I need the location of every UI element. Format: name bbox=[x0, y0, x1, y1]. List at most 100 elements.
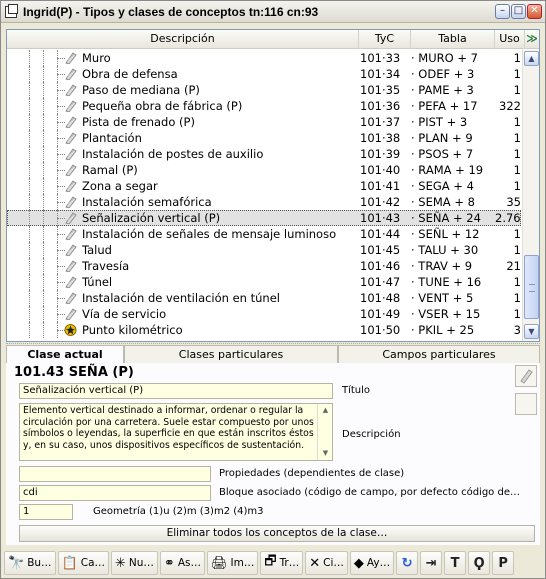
close-view-button[interactable]: ✕ Ci… bbox=[305, 551, 348, 575]
row-label: Zona a segar bbox=[82, 179, 158, 193]
tree-icon: 🗗 bbox=[264, 554, 277, 569]
toolbar-label: Ay… bbox=[366, 557, 391, 569]
delete-all-concepts-button[interactable]: Eliminar todos los conceptos de la clase… bbox=[19, 525, 535, 542]
scroll-thumb[interactable] bbox=[524, 255, 539, 319]
row-tabla: · SEÑA + 24 bbox=[411, 211, 481, 225]
row-uso: 1 bbox=[513, 179, 521, 193]
refresh-icon[interactable]: ↻ bbox=[396, 551, 419, 575]
row-label: Travesía bbox=[82, 259, 130, 273]
row-uso: 1 bbox=[513, 275, 521, 289]
toolbar-label: Ci… bbox=[323, 557, 344, 569]
concept-class-icon bbox=[64, 212, 77, 225]
column-chooser-icon[interactable]: ≫ bbox=[525, 30, 539, 49]
table-row[interactable]: Paso de mediana (P) 101·35 · PAME + 3 1 bbox=[7, 82, 521, 98]
scroll-up-icon[interactable]: ▲ bbox=[524, 51, 539, 66]
catalog-button[interactable]: 📋 Ca… bbox=[57, 551, 110, 575]
title-bar[interactable]: Ingrid(P) - Tipos y clases de conceptos … bbox=[1, 1, 545, 23]
side-action-button[interactable] bbox=[515, 393, 537, 415]
concept-class-icon bbox=[64, 228, 77, 241]
desc-scroll-down-icon[interactable]: ▼ bbox=[320, 448, 331, 459]
associate-button[interactable]: ⚭ As… bbox=[159, 551, 205, 575]
table-row[interactable]: Pequeña obra de fábrica (P) 101·36 · PEFA … bbox=[7, 98, 521, 114]
search-button[interactable]: 🔭 Bu… bbox=[4, 551, 56, 575]
table-row[interactable]: Muro 101·33 · MURO + 7 1 bbox=[7, 50, 521, 66]
row-tabla: · SEGA + 4 bbox=[411, 179, 474, 193]
toolbar-label: As… bbox=[177, 557, 201, 569]
row-tyc: 101·41 bbox=[360, 179, 401, 193]
row-tyc: 101·36 bbox=[360, 99, 401, 113]
table-row[interactable]: Travesía 101·46 · TRAV + 9 21 bbox=[7, 258, 521, 274]
row-tyc: 101·39 bbox=[360, 147, 401, 161]
properties-field[interactable] bbox=[19, 466, 211, 482]
row-tyc: 101·45 bbox=[360, 243, 401, 257]
bottom-toolbar: 🔭 Bu… 📋 Ca… ✳ Nu… ⚭ As… 🖨 Im… 🗗 Tr… ✕ Ci… ◆ Ay… ↻ ⇥ T Ϙ P bbox=[1, 548, 545, 578]
table-row[interactable]: Obra de defensa 101·34 · ODEF + 3 1 bbox=[7, 66, 521, 82]
close-button[interactable]: ✕ bbox=[527, 4, 542, 19]
row-tabla: · ODEF + 3 bbox=[411, 67, 475, 81]
scroll-down-icon[interactable]: ▼ bbox=[524, 324, 539, 339]
help-button[interactable]: ◆ Ay… bbox=[349, 551, 395, 575]
table-row[interactable]: Talud 101·45 · TALU + 30 1 bbox=[7, 242, 521, 258]
column-header-tabla[interactable]: Tabla bbox=[411, 30, 495, 49]
desc-scroll-up-icon[interactable]: ▲ bbox=[320, 405, 331, 416]
field-icon[interactable]: T bbox=[444, 551, 467, 575]
column-header-uso[interactable]: Uso bbox=[495, 30, 525, 49]
table-row[interactable]: Pista de frenado (P) 101·37 · PIST + 3 1 bbox=[7, 114, 521, 130]
description-scrollbar[interactable]: ▲ ▼ bbox=[317, 404, 332, 460]
tab-campos-particulares[interactable]: Campos particulares bbox=[338, 345, 540, 364]
row-uso: 35 bbox=[506, 195, 521, 209]
geometry-field[interactable]: 1 bbox=[19, 504, 73, 520]
window-title: Ingrid(P) - Tipos y clases de conceptos … bbox=[23, 4, 319, 19]
minimize-button[interactable]: – bbox=[495, 4, 510, 19]
row-uso: 1 bbox=[513, 291, 521, 305]
table-row[interactable]: Zona a segar 101·41 · SEGA + 4 1 bbox=[7, 178, 521, 194]
concept-class-icon bbox=[64, 52, 77, 65]
maximize-button[interactable]: □ bbox=[511, 4, 526, 19]
row-uso: 1 bbox=[513, 307, 521, 321]
row-label: Pista de frenado (P) bbox=[82, 115, 195, 129]
table-row[interactable]: Señalización vertical (P) 101·43 · SEÑA + … bbox=[7, 210, 521, 226]
field-list-icon[interactable]: Ϙ bbox=[468, 551, 491, 575]
description-field[interactable]: Elemento vertical destinado a informar, … bbox=[19, 403, 333, 461]
table-row[interactable]: Plantación 101·38 · PLAN + 9 1 bbox=[7, 130, 521, 146]
column-header-descripcion[interactable]: Descripción bbox=[7, 30, 359, 49]
main-window: Ingrid(P) - Tipos y clases de conceptos … bbox=[0, 0, 546, 579]
properties-label: Propiedades (dependientes de clase) bbox=[219, 468, 405, 479]
concept-class-icon bbox=[64, 308, 77, 321]
print-preview-icon[interactable]: P bbox=[492, 551, 515, 575]
tab-clase-actual[interactable]: Clase actual bbox=[6, 345, 124, 364]
block-field[interactable]: cdi bbox=[19, 485, 211, 501]
transfer-button[interactable]: 🗗 Tr… bbox=[260, 551, 304, 575]
row-label: Ramal (P) bbox=[82, 163, 138, 177]
concept-class-icon bbox=[64, 260, 77, 273]
row-tabla: · TUNE + 16 bbox=[411, 275, 482, 289]
table-row[interactable]: Instalación de señales de mensaje lumino… bbox=[7, 226, 521, 242]
row-label: Túnel bbox=[82, 275, 113, 289]
print-button[interactable]: 🖨 Im… bbox=[207, 551, 259, 575]
table-row[interactable]: Ramal (P) 101·40 · RAMA + 19 1 bbox=[7, 162, 521, 178]
column-header-tyc[interactable]: TyC bbox=[359, 30, 411, 49]
binoculars-icon: 🔭 bbox=[8, 555, 25, 571]
table-row[interactable]: Vía de servicio 101·49 · VSER + 15 1 bbox=[7, 306, 521, 322]
row-uso: 2.765 bbox=[495, 211, 521, 225]
export-icon[interactable]: ⇥ bbox=[420, 551, 443, 575]
table-row[interactable]: Túnel 101·47 · TUNE + 16 1 bbox=[7, 274, 521, 290]
star-concept-icon bbox=[64, 324, 77, 336]
concept-class-icon bbox=[64, 180, 77, 193]
table-row[interactable]: Instalación de postes de auxilio 101·39 · … bbox=[7, 146, 521, 162]
table-row[interactable]: Instalación de ventilación en túnel 101·4… bbox=[7, 290, 521, 306]
tab-clases-particulares[interactable]: Clases particulares bbox=[124, 345, 338, 364]
printer-icon: 🖨 bbox=[211, 555, 228, 571]
row-tyc: 101·38 bbox=[360, 131, 401, 145]
table-row[interactable]: Punto kilométrico 101·50 · PKIL + 25 3 bbox=[7, 322, 521, 338]
new-button[interactable]: ✳ Nu… bbox=[111, 551, 158, 575]
row-label: Punto kilométrico bbox=[82, 323, 183, 337]
edit-icon[interactable] bbox=[515, 365, 537, 387]
table-row[interactable]: Instalación semafórica 101·42 · SEMA + 8 35 bbox=[7, 194, 521, 210]
row-uso: 3 bbox=[513, 323, 521, 337]
toolbar-label: Nu… bbox=[128, 557, 154, 569]
title-field[interactable]: Señalización vertical (P) bbox=[19, 383, 333, 399]
help-diamond-icon: ◆ bbox=[353, 555, 364, 571]
block-label: Bloque asociado (código de campo, por de… bbox=[219, 487, 520, 498]
vertical-scrollbar[interactable]: ▲ ▼ bbox=[522, 50, 539, 341]
